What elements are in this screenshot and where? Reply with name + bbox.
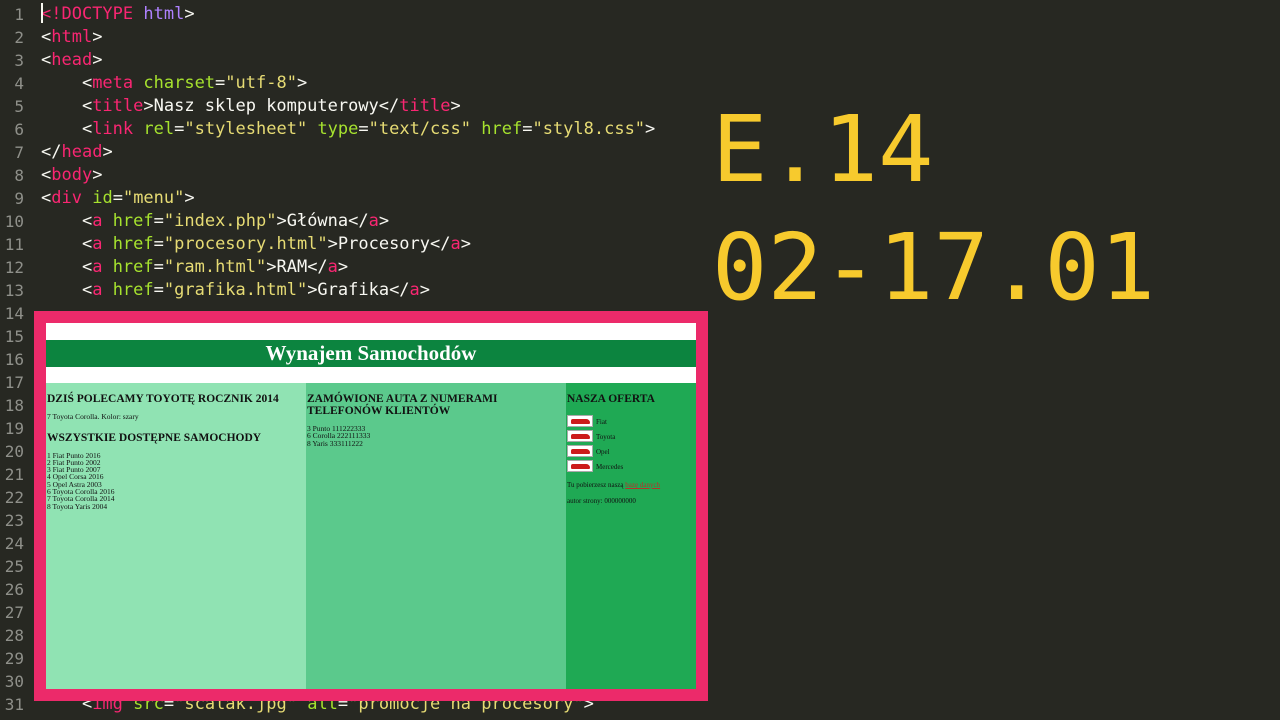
line-code[interactable]: <a href="index.php">Główna</a>	[41, 210, 389, 233]
line-code[interactable]: <a href="procesory.html">Procesory</a>	[41, 233, 471, 256]
featured-car: 7 Toyota Corolla. Kolor: szary	[47, 412, 139, 421]
line-number: 6	[14, 120, 24, 139]
line-number: 11	[4, 235, 24, 254]
car-image-icon	[567, 430, 593, 442]
line-number: 9	[14, 189, 24, 208]
offer-item: Mercedes	[567, 458, 695, 473]
code-line[interactable]: 4 <meta charset="utf-8">	[0, 72, 1280, 95]
code-line[interactable]: 1 <!DOCTYPE html>	[0, 3, 1280, 26]
code-line[interactable]: 9 <div id="menu">	[0, 187, 1280, 210]
line-code[interactable]: <body>	[41, 164, 102, 187]
line-number: 14	[4, 304, 24, 323]
orders-heading: ZAMÓWIONE AUTA Z NUMERAMI TELEFONÓW KLIE…	[307, 393, 498, 417]
line-number: 5	[14, 97, 24, 116]
order-list-item: 8 Yaris 333111222	[307, 438, 363, 448]
line-number: 10	[4, 212, 24, 231]
all-cars-heading: WSZYSTKIE DOSTĘPNE SAMOCHODY	[47, 431, 262, 444]
left-column: DZIŚ POLECAMY TOYOTĘ ROCZNIK 2014 7 Toyo…	[46, 383, 306, 689]
database-download-link[interactable]: bazę danych	[625, 481, 660, 489]
recommend-heading: DZIŚ POLECAMY TOYOTĘ ROCZNIK 2014	[47, 393, 279, 405]
line-number: 16	[4, 350, 24, 369]
code-line[interactable]: 2 <html>	[0, 26, 1280, 49]
line-number: 1	[14, 5, 24, 24]
car-image-icon	[567, 415, 593, 427]
line-number: 12	[4, 258, 24, 277]
code-line[interactable]: 5 <title>Nasz sklep komputerowy</title>	[0, 95, 1280, 118]
offer-list: Fiat Toyota Opel Mercedes	[567, 413, 695, 473]
line-code[interactable]: <!DOCTYPE html>	[41, 3, 195, 26]
offer-label: Opel	[596, 448, 610, 456]
offer-label: Fiat	[596, 418, 607, 426]
line-code[interactable]: <link rel="stylesheet" type="text/css" h…	[41, 118, 655, 141]
website-preview-frame: Wynajem Samochodów DZIŚ POLECAMY TOYOTĘ …	[34, 311, 708, 701]
line-number: 26	[4, 580, 24, 599]
code-line[interactable]: 7 </head>	[0, 141, 1280, 164]
line-number: 29	[4, 649, 24, 668]
line-number: 7	[14, 143, 24, 162]
offer-heading: NASZA OFERTA	[567, 393, 655, 405]
line-number: 28	[4, 626, 24, 645]
line-number: 21	[4, 465, 24, 484]
line-code[interactable]: <div id="menu">	[41, 187, 195, 210]
line-code[interactable]: <title>Nasz sklep komputerowy</title>	[41, 95, 461, 118]
exam-code-label: E.14	[712, 96, 934, 203]
line-number: 19	[4, 419, 24, 438]
code-line[interactable]: 6 <link rel="stylesheet" type="text/css"…	[0, 118, 1280, 141]
line-number: 31	[4, 695, 24, 714]
line-number: 27	[4, 603, 24, 622]
line-number: 17	[4, 373, 24, 392]
line-number: 8	[14, 166, 24, 185]
line-number: 22	[4, 488, 24, 507]
car-list: 1 Fiat Punto 2016 2 Fiat Punto 2002 3 Fiat…	[47, 451, 305, 511]
offer-label: Toyota	[596, 433, 616, 441]
offer-item: Fiat	[567, 413, 695, 428]
line-code[interactable]: <a href="ram.html">RAM</a>	[41, 256, 348, 279]
middle-column: ZAMÓWIONE AUTA Z NUMERAMI TELEFONÓW KLIE…	[306, 383, 566, 689]
line-number: 30	[4, 672, 24, 691]
website-preview: Wynajem Samochodów DZIŚ POLECAMY TOYOTĘ …	[46, 323, 696, 689]
line-number: 3	[14, 51, 24, 70]
car-image-icon	[567, 460, 593, 472]
offer-label: Mercedes	[596, 463, 624, 471]
line-number: 20	[4, 442, 24, 461]
line-code[interactable]: <html>	[41, 26, 102, 49]
line-number: 24	[4, 534, 24, 553]
car-image-icon	[567, 445, 593, 457]
right-column: NASZA OFERTA Fiat Toyota Opel Mercedes Tu p…	[566, 383, 696, 689]
line-code[interactable]: <meta charset="utf-8">	[41, 72, 307, 95]
line-number: 15	[4, 327, 24, 346]
offer-item: Toyota	[567, 428, 695, 443]
line-number: 18	[4, 396, 24, 415]
line-number: 23	[4, 511, 24, 530]
line-number: 25	[4, 557, 24, 576]
offer-item: Opel	[567, 443, 695, 458]
download-text: Tu pobierzesz naszą	[567, 481, 624, 489]
car-list-item: 8 Toyota Yaris 2004	[47, 501, 108, 511]
line-number: 2	[14, 28, 24, 47]
line-code[interactable]: </head>	[41, 141, 113, 164]
line-number: 4	[14, 74, 24, 93]
exam-date-label: 02-17.01	[712, 214, 1156, 321]
download-note: Tu pobierzesz naszą bazę danych	[567, 481, 695, 489]
code-line[interactable]: 3 <head>	[0, 49, 1280, 72]
code-line[interactable]: 8 <body>	[0, 164, 1280, 187]
line-number: 13	[4, 281, 24, 300]
author-note: autor strony: 000000000	[567, 497, 636, 505]
line-code[interactable]: <a href="grafika.html">Grafika</a>	[41, 279, 430, 302]
text-cursor	[41, 3, 43, 23]
site-banner: Wynajem Samochodów	[46, 340, 696, 367]
order-list: 3 Punto 111222333 6 Corolla 222111333 8 Ya…	[307, 425, 565, 447]
line-code[interactable]: <head>	[41, 49, 102, 72]
